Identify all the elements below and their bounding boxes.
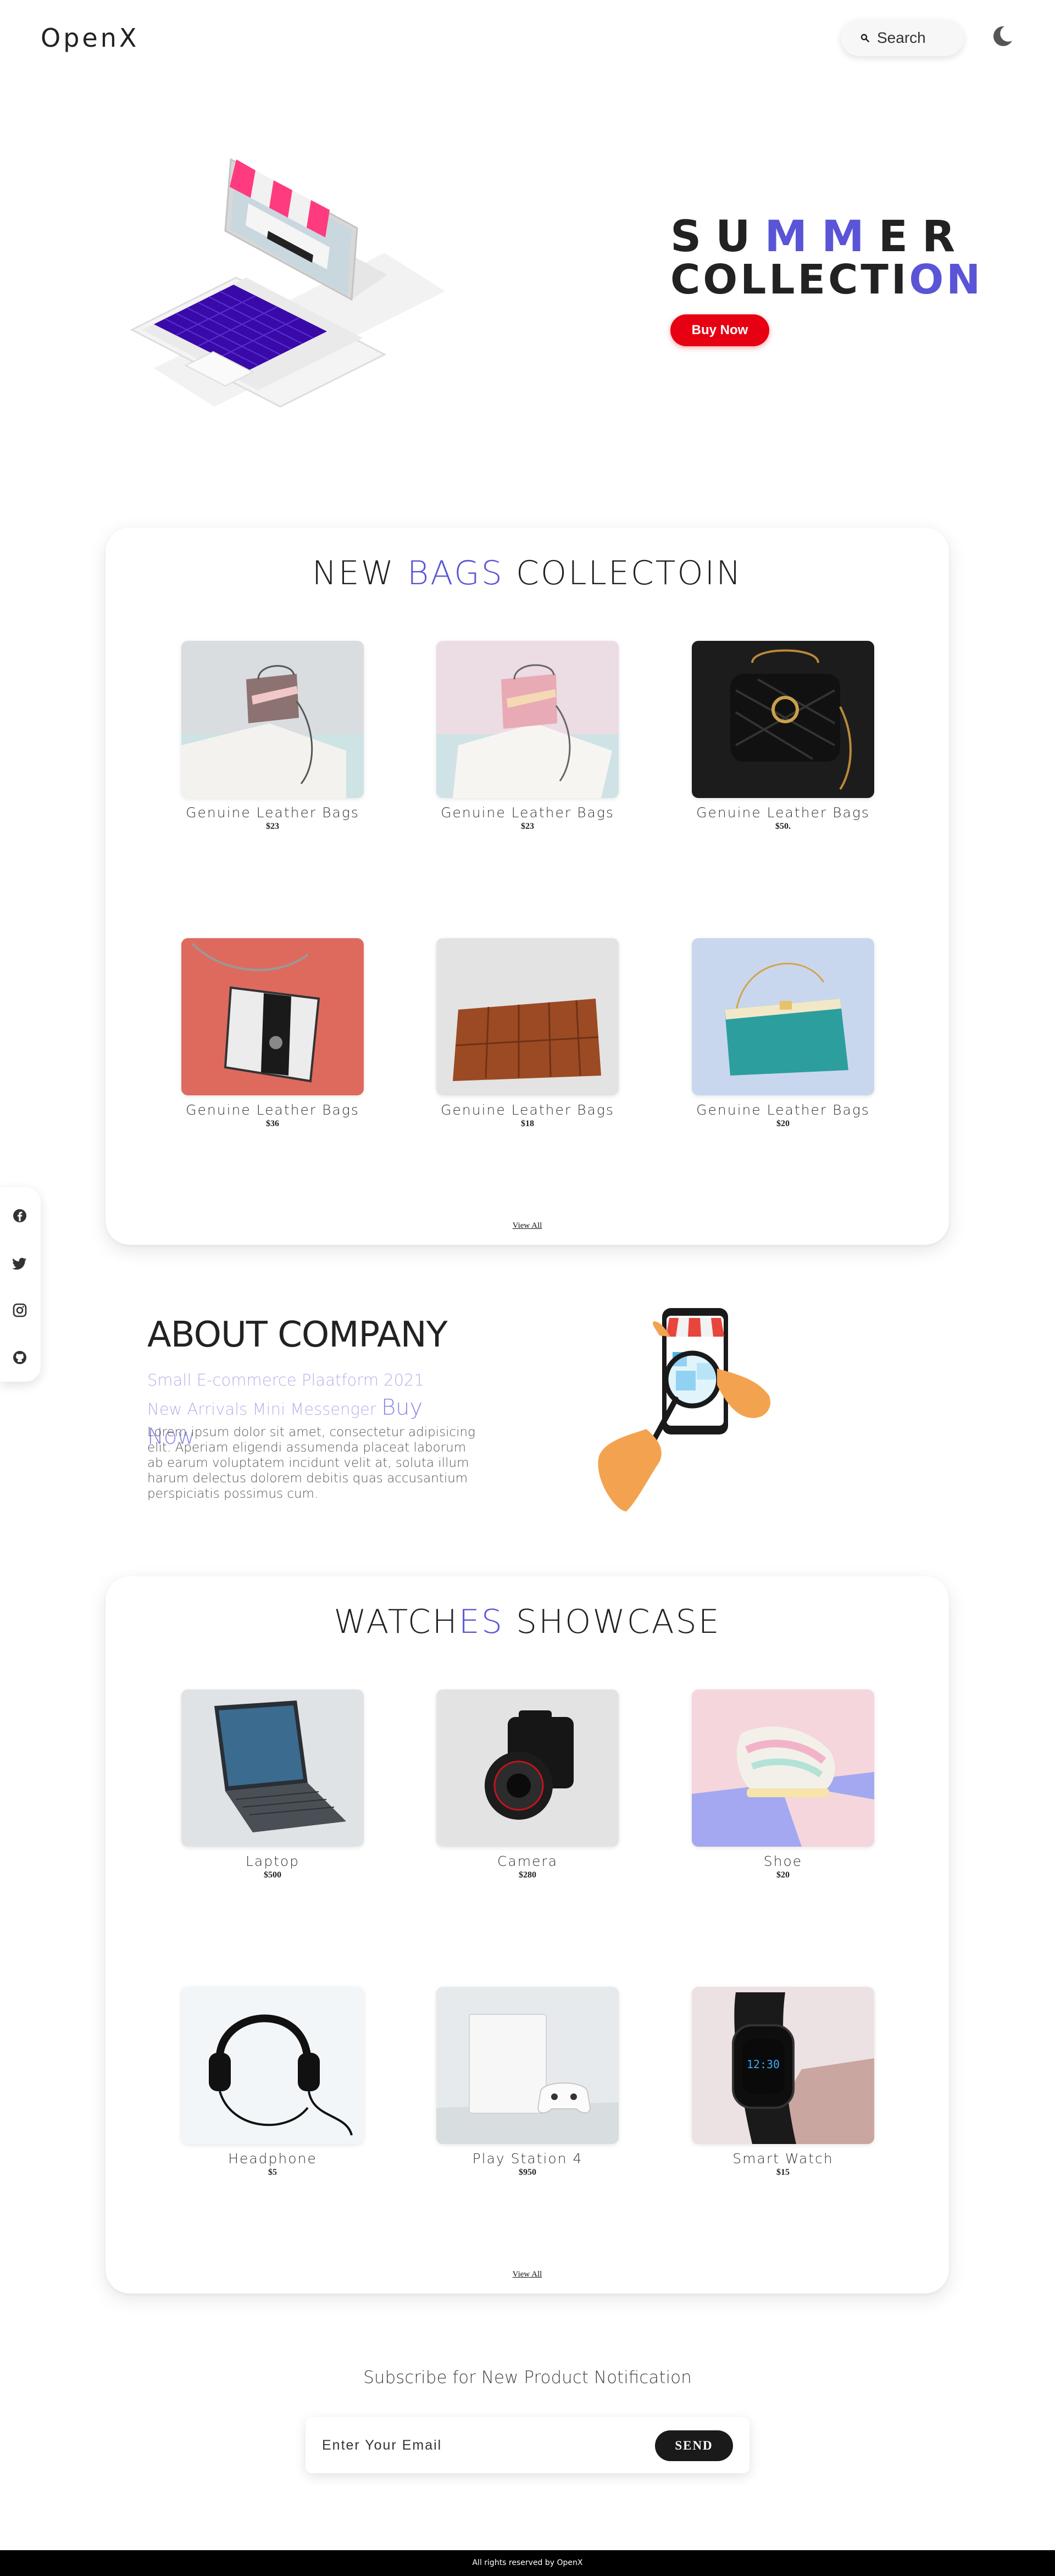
- subscribe-form: SEND: [306, 2417, 749, 2473]
- product-card[interactable]: Genuine Leather Bags $50.: [692, 641, 874, 832]
- product-price: $23: [521, 822, 534, 831]
- product-name: Laptop: [245, 1853, 300, 1869]
- product-price: $950: [519, 2168, 536, 2177]
- product-card[interactable]: Genuine Leather Bags $18: [436, 938, 619, 1129]
- github-icon[interactable]: [12, 1350, 27, 1365]
- search-box[interactable]: [841, 20, 964, 56]
- product-card[interactable]: Play Station 4 $950: [436, 1987, 619, 2178]
- mobile-shopping-illustration: [598, 1308, 770, 1511]
- facebook-icon[interactable]: [12, 1208, 27, 1223]
- product-card[interactable]: Genuine Leather Bags $23: [436, 641, 619, 832]
- product-image[interactable]: [692, 641, 874, 798]
- product-name: Genuine Leather Bags: [696, 1102, 870, 1118]
- product-price: $23: [266, 822, 279, 831]
- product-price: $18: [521, 1119, 534, 1128]
- product-image[interactable]: [181, 1689, 364, 1847]
- product-name: Genuine Leather Bags: [696, 805, 870, 821]
- social-sidebar: [0, 1187, 41, 1382]
- buy-now-button[interactable]: Buy Now: [670, 314, 769, 346]
- product-price: $50.: [775, 822, 791, 831]
- moon-icon[interactable]: [990, 24, 1014, 48]
- view-all-link[interactable]: View All: [106, 1221, 949, 1231]
- product-price: $15: [776, 2168, 790, 2177]
- site-logo[interactable]: OpenX: [41, 23, 139, 53]
- svg-text:12:30: 12:30: [747, 2058, 780, 2071]
- footer: All rights reserved by OpenX: [0, 2550, 1055, 2576]
- product-image[interactable]: [181, 938, 364, 1095]
- product-image[interactable]: [436, 1987, 619, 2144]
- twitter-icon[interactable]: [12, 1255, 27, 1271]
- product-name: Genuine Leather Bags: [441, 1102, 614, 1118]
- product-card[interactable]: 12:30 Smart Watch $15: [692, 1987, 874, 2178]
- about-description: Lorem ipsum dolor sit amet, consectetur …: [147, 1425, 475, 1501]
- bags-collection-section: NEW BAGS COLLECTOIN Genuine Leather Bags…: [106, 528, 949, 1245]
- search-icon: [860, 34, 869, 42]
- product-price: $20: [776, 1870, 790, 1880]
- product-name: Camera: [497, 1853, 558, 1869]
- product-name: Play Station 4: [472, 2151, 583, 2167]
- product-image[interactable]: [436, 641, 619, 798]
- product-price: $5: [268, 2168, 277, 2177]
- watches-section-title: WATCHES SHOWCASE: [334, 1603, 721, 1641]
- instagram-icon[interactable]: [12, 1303, 27, 1318]
- product-name: Genuine Leather Bags: [441, 805, 614, 821]
- product-name: Shoe: [763, 1853, 803, 1869]
- product-price: $280: [519, 1870, 536, 1880]
- view-all-link[interactable]: View All: [106, 2270, 949, 2279]
- product-card[interactable]: Genuine Leather Bags $20: [692, 938, 874, 1129]
- product-image[interactable]: [181, 641, 364, 798]
- product-name: Smart Watch: [732, 2151, 834, 2167]
- product-image[interactable]: [692, 1689, 874, 1847]
- laptop-shop-illustration: [130, 158, 445, 408]
- about-title: ABOUT COMPANY: [147, 1315, 448, 1355]
- product-card[interactable]: Genuine Leather Bags $23: [181, 641, 364, 832]
- product-image[interactable]: 12:30: [692, 1987, 874, 2144]
- bags-section-title: NEW BAGS COLLECTOIN: [312, 554, 743, 592]
- product-price: $20: [776, 1119, 790, 1128]
- product-name: Genuine Leather Bags: [186, 1102, 359, 1118]
- product-card[interactable]: Headphone $5: [181, 1987, 364, 2178]
- send-button[interactable]: SEND: [655, 2430, 733, 2461]
- product-image[interactable]: [181, 1987, 364, 2144]
- product-price: $500: [264, 1870, 281, 1880]
- search-input[interactable]: [877, 29, 948, 47]
- product-image[interactable]: [436, 1689, 619, 1847]
- product-image[interactable]: [692, 938, 874, 1095]
- product-image[interactable]: [436, 938, 619, 1095]
- product-price: $36: [266, 1119, 279, 1128]
- hero-title: SUMMER COLLECTION: [670, 212, 984, 303]
- email-input[interactable]: [322, 2434, 630, 2457]
- product-name: Genuine Leather Bags: [186, 805, 359, 821]
- product-card[interactable]: Laptop $500: [181, 1689, 364, 1880]
- product-name: Headphone: [228, 2151, 317, 2167]
- product-card[interactable]: Camera $280: [436, 1689, 619, 1880]
- product-card[interactable]: Shoe $20: [692, 1689, 874, 1880]
- watches-showcase-section: WATCHES SHOWCASE Laptop $500 Camera $280…: [106, 1576, 949, 2294]
- subscribe-title: Subscribe for New Product Notification: [363, 2368, 692, 2387]
- product-card[interactable]: Genuine Leather Bags $36: [181, 938, 364, 1129]
